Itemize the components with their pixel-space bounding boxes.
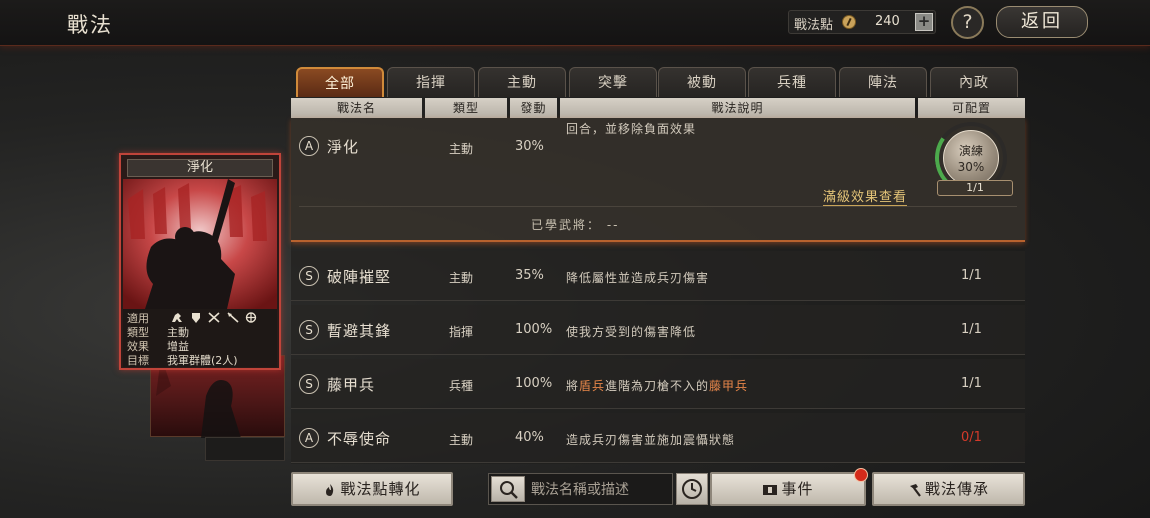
inherit-tactic-label: 戰法傳承 bbox=[924, 480, 989, 498]
convert-points-button[interactable]: 戰法點轉化 bbox=[291, 472, 453, 506]
grade-badge: S bbox=[299, 266, 319, 286]
tab-internal-affairs[interactable]: 內政 bbox=[930, 67, 1018, 97]
allocatable-count: 0/1 bbox=[961, 430, 982, 445]
train-count: 1/1 bbox=[937, 180, 1013, 196]
table-row[interactable]: A 不辱使命 主動 40% 造成兵刃傷害並施加震懾狀態 0/1 bbox=[291, 413, 1025, 463]
convert-points-label: 戰法點轉化 bbox=[340, 480, 421, 498]
tactic-point-icon bbox=[842, 15, 856, 29]
page-title: 戰法 bbox=[67, 13, 113, 37]
table-row[interactable]: S 暫避其鋒 指揮 100% 使我方受到的傷害降低 1/1 bbox=[291, 305, 1025, 355]
tactic-type: 主動 bbox=[449, 142, 474, 156]
tab-all[interactable]: 全部 bbox=[296, 67, 384, 97]
column-header-description: 戰法說明 bbox=[560, 98, 915, 118]
selected-tactic-card[interactable]: 淨化 適用 類型 主動 效果 增益 目標 我軍群體(2人) bbox=[119, 153, 281, 370]
column-header-allocatable[interactable]: 可配置 bbox=[918, 98, 1025, 118]
tactic-name: 破陣摧堅 bbox=[327, 268, 392, 286]
tactic-name: 藤甲兵 bbox=[327, 376, 376, 394]
column-header-name[interactable]: 戰法名 bbox=[291, 98, 422, 118]
tactic-description: 將盾兵進階為刀槍不入的藤甲兵 bbox=[566, 377, 748, 394]
search-box bbox=[488, 473, 673, 505]
troop-type-icons bbox=[171, 310, 260, 323]
learned-generals: 已學武將： -- bbox=[531, 218, 620, 232]
train-button[interactable]: 演練 30% bbox=[943, 130, 999, 186]
tactic-points-label: 戰法點 bbox=[794, 18, 834, 33]
add-points-button[interactable]: + bbox=[915, 13, 933, 31]
tab-troop-type[interactable]: 兵種 bbox=[748, 67, 836, 97]
allocatable-count: 1/1 bbox=[961, 376, 982, 391]
tactic-name: 淨化 bbox=[327, 138, 360, 156]
column-header-type[interactable]: 類型 bbox=[425, 98, 507, 118]
spear-icon bbox=[226, 311, 239, 323]
tactic-type: 指揮 bbox=[449, 325, 474, 339]
search-button[interactable] bbox=[491, 476, 525, 502]
inherit-tactic-button[interactable]: 戰法傳承 bbox=[872, 472, 1025, 506]
grade-badge: A bbox=[299, 136, 319, 156]
event-button[interactable]: 事件 bbox=[710, 472, 866, 506]
search-input[interactable] bbox=[531, 479, 669, 501]
card-target-value: 我軍群體(2人) bbox=[167, 354, 238, 367]
tactic-points-display: 戰法點 240 + bbox=[788, 10, 936, 34]
tactic-description: 降低屬性並造成兵刃傷害 bbox=[566, 271, 710, 285]
tactic-rate: 40% bbox=[515, 430, 544, 445]
card-artwork bbox=[123, 179, 277, 309]
warrior-silhouette-icon bbox=[123, 179, 277, 309]
flame-icon bbox=[326, 483, 334, 496]
tactic-rate: 30% bbox=[515, 139, 544, 154]
notification-badge bbox=[854, 468, 868, 482]
card-info-panel: 適用 類型 主動 效果 增益 目標 我軍群體(2人) bbox=[123, 309, 277, 367]
shield-icon bbox=[191, 312, 200, 323]
card-target-key: 目標 bbox=[127, 354, 149, 367]
tactic-type: 主動 bbox=[449, 433, 474, 447]
train-label: 演練 bbox=[958, 144, 983, 158]
desc-text: 將 bbox=[566, 379, 580, 393]
hammer-icon bbox=[909, 483, 921, 497]
full-effect-link[interactable]: 滿級效果查看 bbox=[823, 186, 908, 206]
table-row[interactable]: S 藤甲兵 兵種 100% 將盾兵進階為刀槍不入的藤甲兵 1/1 bbox=[291, 359, 1025, 409]
allocatable-count: 1/1 bbox=[961, 268, 982, 283]
search-icon bbox=[500, 481, 518, 499]
tactic-rate: 35% bbox=[515, 268, 544, 283]
row-divider bbox=[299, 206, 1017, 207]
train-percent: 30% bbox=[957, 160, 985, 174]
card-title-bar: 淨化 bbox=[127, 159, 273, 177]
back-button[interactable]: 返回 bbox=[996, 6, 1088, 38]
tab-active[interactable]: 主動 bbox=[478, 67, 566, 97]
tab-formation[interactable]: 陣法 bbox=[839, 67, 927, 97]
tactic-description: 造成兵刃傷害並施加震懾狀態 bbox=[566, 433, 736, 447]
event-icon bbox=[763, 484, 778, 495]
clock-icon bbox=[682, 479, 702, 499]
tactic-rate: 100% bbox=[515, 376, 553, 391]
tab-command[interactable]: 指揮 bbox=[387, 67, 475, 97]
tactic-name: 暫避其鋒 bbox=[327, 322, 392, 340]
desc-highlight-rattan: 藤甲兵 bbox=[709, 379, 749, 393]
table-row-expanded[interactable]: A 淨化 主動 30% 回合，並移除負面效果 演練 30% 1/1 滿級效果查看… bbox=[291, 116, 1025, 242]
tactic-type: 主動 bbox=[449, 271, 474, 285]
crossbow-icon bbox=[208, 311, 220, 323]
allocatable-count: 1/1 bbox=[961, 322, 982, 337]
background-card-edge bbox=[205, 437, 285, 461]
cavalry-icon bbox=[172, 312, 182, 322]
tab-assault[interactable]: 突擊 bbox=[569, 67, 657, 97]
table-row[interactable]: S 破陣摧堅 主動 35% 降低屬性並造成兵刃傷害 1/1 bbox=[291, 251, 1025, 301]
help-button[interactable]: ? bbox=[951, 6, 984, 39]
desc-text: 進階為刀槍不入的 bbox=[605, 379, 710, 393]
grade-badge: S bbox=[299, 374, 319, 394]
tactic-points-value: 240 bbox=[875, 14, 900, 29]
grade-badge: A bbox=[299, 428, 319, 448]
event-label: 事件 bbox=[781, 480, 814, 498]
history-button[interactable] bbox=[676, 473, 708, 505]
siege-icon bbox=[245, 311, 257, 323]
tactic-description: 回合，並移除負面效果 bbox=[566, 122, 697, 136]
grade-badge: S bbox=[299, 320, 319, 340]
tactic-name: 不辱使命 bbox=[327, 430, 392, 448]
tab-passive[interactable]: 被動 bbox=[658, 67, 746, 97]
tactic-description: 使我方受到的傷害降低 bbox=[566, 325, 697, 339]
tactic-type: 兵種 bbox=[449, 379, 474, 393]
card-title: 淨化 bbox=[186, 160, 213, 175]
tactic-rate: 100% bbox=[515, 322, 553, 337]
card-target-row: 目標 我軍群體(2人) bbox=[127, 352, 238, 368]
desc-highlight-shield: 盾兵 bbox=[579, 379, 606, 393]
column-header-rate[interactable]: 發動 bbox=[510, 98, 557, 118]
